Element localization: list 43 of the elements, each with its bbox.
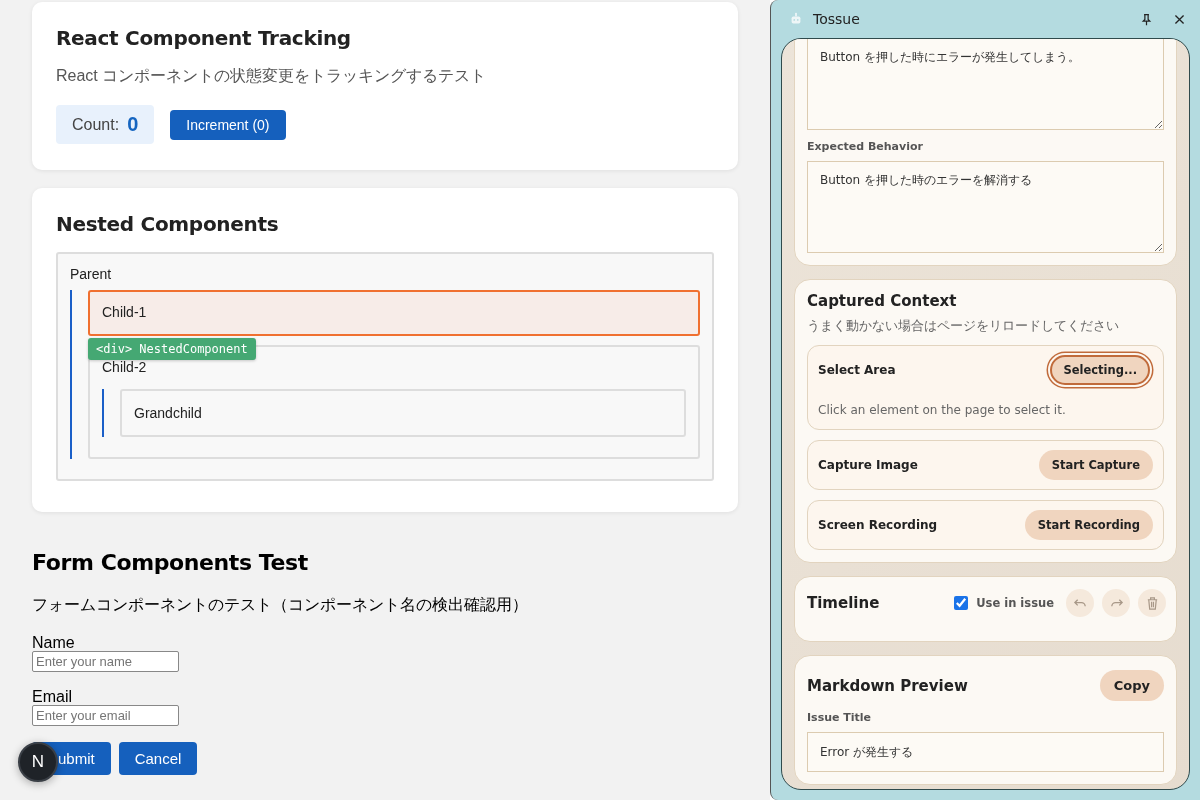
input-field[interactable]: Enter your email bbox=[32, 705, 179, 726]
robot-icon bbox=[789, 12, 803, 26]
option-label: Capture Image bbox=[818, 458, 918, 472]
parent-label: Parent bbox=[70, 266, 113, 282]
form-button[interactable]: Cancel bbox=[118, 742, 198, 775]
section-description: React コンポーネントの状態変更をトラッキングするテスト bbox=[56, 66, 488, 86]
field-label: Issue Title bbox=[807, 711, 873, 724]
section-note: うまく動かない場合はページをリロードしてください bbox=[807, 318, 1120, 335]
close-icon[interactable] bbox=[1173, 12, 1186, 26]
option-button[interactable]: Start Capture bbox=[1038, 450, 1153, 480]
copy-button[interactable]: Copy bbox=[1099, 670, 1164, 701]
inspector-tag: <div> NestedComponent bbox=[88, 338, 256, 360]
option-label: Select Area bbox=[818, 363, 896, 377]
expected-behavior-field[interactable]: Button を押した時のエラーを解消する bbox=[807, 161, 1164, 253]
section-title: React Component Tracking bbox=[56, 26, 352, 50]
section-title: Nested Components bbox=[56, 212, 280, 236]
option-button[interactable]: Selecting... bbox=[1050, 355, 1150, 385]
count-value: 0 bbox=[127, 113, 139, 136]
form-title: Form Components Test bbox=[32, 550, 309, 575]
section-title: Markdown Preview bbox=[807, 676, 968, 695]
field-label: Email bbox=[32, 688, 72, 705]
grandchild-label: Grandchild bbox=[134, 405, 203, 421]
option-label: Screen Recording bbox=[818, 518, 938, 532]
dev-tools-overlay[interactable]: N bbox=[18, 742, 58, 782]
delete-button[interactable] bbox=[1138, 589, 1166, 617]
pin-icon[interactable] bbox=[1140, 12, 1153, 26]
child-label: Child-2 bbox=[102, 359, 148, 375]
option-button[interactable]: Start Recording bbox=[1024, 510, 1153, 540]
checkbox-label: Use in issue bbox=[976, 596, 1054, 610]
section-title: Captured Context bbox=[807, 292, 958, 310]
count-label: Count: bbox=[72, 115, 120, 134]
field-label: Expected Behavior bbox=[807, 140, 924, 153]
input-field[interactable]: Enter your name bbox=[32, 651, 179, 672]
section-title: Timeline bbox=[807, 594, 880, 612]
use-in-issue-checkbox[interactable] bbox=[954, 596, 969, 610]
window-title: Tossue bbox=[813, 11, 860, 27]
description-field[interactable]: Button を押した時にエラーが発生してしまう。 bbox=[807, 39, 1164, 130]
form-description: フォームコンポーネントのテスト（コンポーネント名の検出確認用） bbox=[32, 595, 529, 615]
option-hint: Click an element on the page to select it. bbox=[818, 403, 1067, 417]
issue-title-field[interactable]: Error が発生する bbox=[807, 732, 1164, 772]
field-label: Name bbox=[32, 634, 75, 651]
child-label: Child-1 bbox=[102, 304, 148, 320]
increment-button[interactable]: Increment (0) bbox=[170, 109, 286, 140]
